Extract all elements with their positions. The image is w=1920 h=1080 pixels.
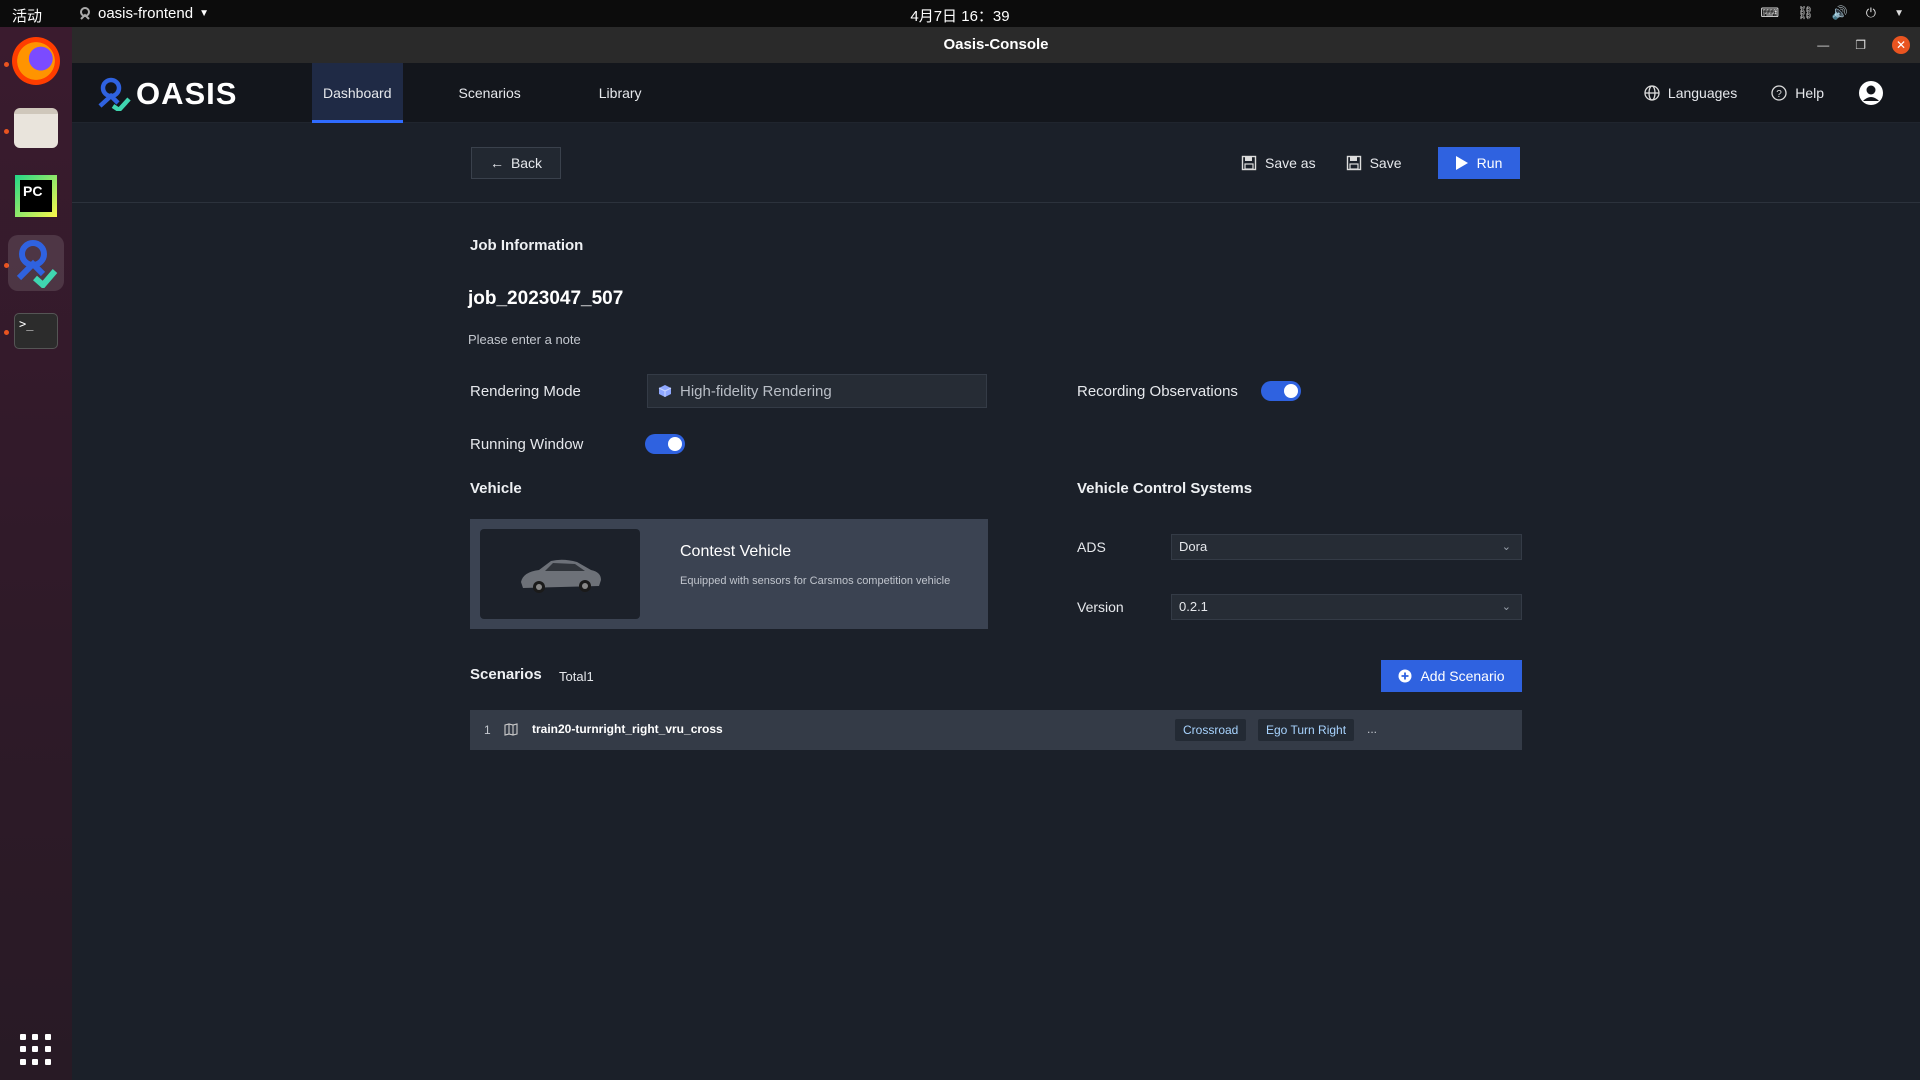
car-icon xyxy=(521,559,601,593)
firefox-icon xyxy=(12,37,60,85)
dock-pycharm[interactable]: PC xyxy=(8,168,64,224)
add-scenario-label: Add Scenario xyxy=(1420,668,1505,684)
languages-button[interactable]: Languages xyxy=(1644,85,1737,101)
ads-label: ADS xyxy=(1077,539,1106,555)
job-information-heading: Job Information xyxy=(470,237,584,254)
back-label: Back xyxy=(510,155,543,171)
oasis-logo-icon xyxy=(98,77,131,111)
dock-oasis[interactable] xyxy=(8,235,64,291)
vehicle-image xyxy=(480,529,640,619)
close-icon[interactable]: ✕ xyxy=(1892,36,1910,54)
help-icon: ? xyxy=(1771,85,1787,101)
save-as-icon xyxy=(1241,155,1257,171)
run-button[interactable]: Run xyxy=(1437,147,1520,179)
cube-icon xyxy=(658,385,672,397)
svg-text:?: ? xyxy=(1776,89,1782,100)
globe-icon xyxy=(1644,85,1660,101)
dock-files[interactable] xyxy=(8,100,64,156)
oasis-logo[interactable]: OASIS xyxy=(96,76,237,112)
help-label: Help xyxy=(1795,85,1824,101)
files-icon xyxy=(14,108,58,148)
nav-dashboard[interactable]: Dashboard xyxy=(312,63,403,123)
save-label: Save xyxy=(1369,155,1402,171)
header-actions: Languages ? Help xyxy=(1644,63,1884,123)
scenario-name[interactable]: train20-turnright_right_vru_cross xyxy=(532,722,723,736)
chevron-down-icon: ⌄ xyxy=(1501,541,1511,553)
job-name[interactable]: job_2023047_507 xyxy=(468,288,623,310)
chevron-down-icon: ⌄ xyxy=(1501,601,1511,613)
maximize-icon[interactable]: ❐ xyxy=(1855,27,1866,63)
minimize-icon[interactable]: — xyxy=(1817,27,1829,63)
scenario-index: 1 xyxy=(484,723,491,737)
languages-label: Languages xyxy=(1667,85,1738,101)
chevron-down-icon[interactable]: ▼ xyxy=(1894,8,1904,19)
window-controls: — ❐ ✕ xyxy=(1817,27,1910,63)
version-value: 0.2.1 xyxy=(1179,599,1208,614)
save-icon xyxy=(1346,155,1361,171)
logo-text: OASIS xyxy=(136,76,238,111)
running-window-label: Running Window xyxy=(470,436,584,453)
window-title: Oasis-Console xyxy=(943,36,1049,53)
job-toolbar: ← Back Save as Save Run xyxy=(72,123,1920,203)
network-icon[interactable]: ⛓ xyxy=(1797,5,1814,21)
more-tags[interactable]: ... xyxy=(1367,722,1377,736)
scenario-row[interactable]: 1 train20-turnright_right_vru_cross Cros… xyxy=(470,710,1522,750)
ads-select[interactable]: Dora ⌄ xyxy=(1171,534,1522,560)
rendering-mode-select[interactable]: High-fidelity Rendering xyxy=(647,374,987,408)
terminal-icon: >_ xyxy=(14,313,58,349)
vehicle-heading: Vehicle xyxy=(470,480,522,497)
add-scenario-button[interactable]: Add Scenario xyxy=(1381,660,1522,692)
window-titlebar[interactable]: Oasis-Console — ❐ ✕ xyxy=(72,27,1920,63)
save-button[interactable]: Save xyxy=(1346,155,1402,171)
dock-firefox[interactable] xyxy=(8,33,64,89)
save-as-label: Save as xyxy=(1265,155,1316,171)
back-button[interactable]: ← Back xyxy=(471,147,561,179)
main-nav: Dashboard Scenarios Library xyxy=(312,63,698,123)
keyboard-icon[interactable]: ⌨ xyxy=(1760,5,1779,21)
job-note-input[interactable]: Please enter a note xyxy=(468,332,581,347)
app-header: OASIS Dashboard Scenarios Library Langua… xyxy=(72,63,1920,123)
nav-scenarios[interactable]: Scenarios xyxy=(448,63,532,123)
rendering-mode-value: High-fidelity Rendering xyxy=(680,382,832,400)
system-tray[interactable]: ⌨ ⛓ 🔊 ⏻ ▼ xyxy=(1760,5,1904,21)
arrow-left-icon: ← xyxy=(489,155,504,171)
ads-value: Dora xyxy=(1179,539,1208,554)
rendering-mode-label: Rendering Mode xyxy=(470,383,581,400)
vehicle-name: Contest Vehicle xyxy=(680,543,792,560)
recording-observations-label: Recording Observations xyxy=(1077,383,1238,400)
version-label: Version xyxy=(1077,599,1124,615)
os-top-bar: 活动 oasis-frontend ▼ 4月7日 16：39 ⌨ ⛓ 🔊 ⏻ ▼ xyxy=(0,0,1920,27)
play-icon xyxy=(1455,156,1468,170)
clock[interactable]: 4月7日 16：39 xyxy=(0,5,1920,26)
oasis-icon xyxy=(16,240,58,288)
help-button[interactable]: ? Help xyxy=(1771,85,1824,101)
vehicle-card[interactable]: Contest Vehicle Equipped with sensors fo… xyxy=(470,519,988,629)
pycharm-label: PC xyxy=(20,180,52,212)
dock: PC >_ xyxy=(0,27,72,1080)
toolbar-actions: Save as Save Run xyxy=(1241,147,1520,179)
power-icon[interactable]: ⏻ xyxy=(1866,5,1876,21)
save-as-button[interactable]: Save as xyxy=(1241,155,1316,171)
dock-terminal[interactable]: >_ xyxy=(8,303,64,359)
plus-circle-icon xyxy=(1398,669,1412,683)
show-apps-icon[interactable] xyxy=(20,1034,52,1066)
volume-icon[interactable]: 🔊 xyxy=(1832,5,1848,21)
run-label: Run xyxy=(1476,155,1503,171)
nav-library[interactable]: Library xyxy=(588,63,653,123)
version-select[interactable]: 0.2.1 ⌄ xyxy=(1171,594,1522,620)
scenarios-total: Total1 xyxy=(559,669,594,684)
scenario-tag: Ego Turn Right xyxy=(1258,719,1355,741)
pycharm-icon: PC xyxy=(15,175,57,217)
vehicle-description: Equipped with sensors for Carsmos compet… xyxy=(680,575,951,587)
recording-observations-toggle[interactable] xyxy=(1261,381,1301,401)
map-icon xyxy=(504,723,518,736)
running-window-toggle[interactable] xyxy=(645,434,685,454)
scenarios-heading: Scenarios xyxy=(470,666,542,683)
scenario-tag: Crossroad xyxy=(1175,719,1247,741)
user-avatar-icon[interactable] xyxy=(1858,80,1884,106)
vehicle-control-heading: Vehicle Control Systems xyxy=(1077,480,1253,497)
